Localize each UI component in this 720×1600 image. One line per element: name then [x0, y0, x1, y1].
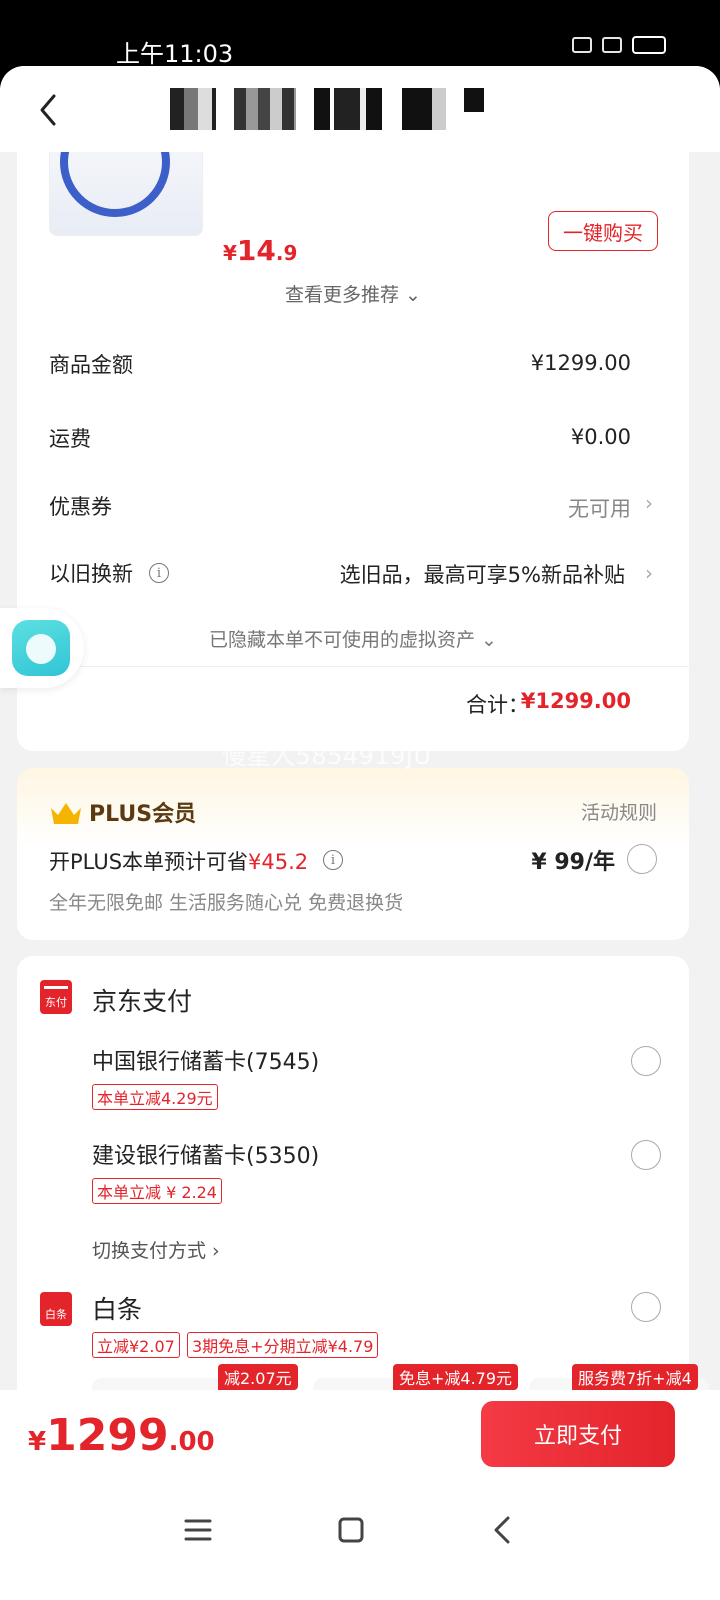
floating-assistant-button[interactable]: [0, 608, 84, 688]
product-thumbnail[interactable]: [49, 146, 203, 236]
baitiao-tag: 立减¥2.07: [92, 1332, 180, 1358]
hidden-assets-toggle[interactable]: 已隐藏本单不可使用的虚拟资产 ⌄: [17, 625, 689, 652]
system-nav-bar: [0, 1490, 720, 1600]
signal-icon: [572, 37, 592, 53]
price-dec: .00: [168, 1427, 215, 1457]
total-value: ¥1299.00: [520, 689, 631, 713]
price-int: 14: [236, 234, 276, 267]
redacted-block: [464, 88, 484, 112]
bank-card-radio[interactable]: [631, 1140, 661, 1170]
plan-tag: 减2.07元: [218, 1364, 298, 1390]
chevron-right-icon: ›: [645, 491, 653, 515]
plan-tag: 免息+减4.79元: [393, 1364, 519, 1390]
recommend-price: ¥14.9: [223, 234, 297, 267]
baitiao-icon: 白条: [40, 1292, 72, 1326]
price-int: 1299: [46, 1410, 169, 1461]
trade-in-label: 以旧换新: [49, 562, 133, 586]
home-icon[interactable]: [333, 1512, 369, 1548]
more-recommend-link[interactable]: 查看更多推荐 ⌄: [17, 280, 689, 307]
divider: [17, 666, 689, 667]
info-icon[interactable]: i: [323, 850, 343, 870]
plus-title: PLUS会员: [89, 802, 197, 827]
order-screen: ¥14.9 一键购买 查看更多推荐 ⌄ 商品金额 ¥1299.00 运费 ¥0.…: [0, 66, 720, 1600]
wifi-icon: [602, 37, 622, 53]
activity-rules-link[interactable]: 活动规则: [581, 798, 657, 825]
bank-card-name: 建设银行储蓄卡(5350): [92, 1144, 320, 1169]
one-click-buy-button[interactable]: 一键购买: [548, 211, 658, 251]
store-title-redacted: [170, 88, 484, 130]
bank-card-name: 中国银行储蓄卡(7545): [92, 1050, 320, 1075]
coupon-value: 无可用: [568, 497, 631, 521]
baitiao-radio[interactable]: [631, 1292, 661, 1322]
plus-price: ¥ 99/年: [531, 850, 615, 875]
checkout-total: ¥1299.00: [28, 1410, 215, 1461]
back-icon[interactable]: [486, 1512, 522, 1548]
battery-icon: [632, 36, 666, 54]
redacted-block: [314, 88, 384, 130]
jd-pay-title: 京东支付: [92, 987, 193, 1016]
discount-tag: 本单立减 ¥ 2.24: [92, 1178, 222, 1204]
crown-icon: [51, 803, 81, 824]
save-prefix: 开PLUS本单预计可省: [49, 850, 249, 874]
top-nav: [0, 66, 720, 152]
chevron-right-icon: ›: [645, 561, 653, 585]
save-amount: ¥45.2: [248, 850, 309, 874]
status-time: 上午11:03: [116, 40, 234, 68]
pay-now-button[interactable]: 立即支付: [481, 1401, 675, 1467]
status-icons: [572, 36, 666, 54]
baitiao-title: 白条: [92, 1295, 143, 1324]
order-summary-card: 商品金额 ¥1299.00 运费 ¥0.00 优惠券 无可用 › 以旧换新 i …: [17, 311, 689, 751]
jd-pay-icon: 东付: [40, 980, 72, 1014]
baitiao-tag: 3期免息+分期立减¥4.79: [187, 1332, 379, 1358]
watermark: 慢星人5854919JU: [222, 742, 432, 770]
plus-perks: 全年无限免邮 生活服务随心兑 免费退换货: [49, 892, 404, 914]
redacted-block: [170, 88, 216, 130]
coupon-label: 优惠券: [49, 495, 112, 519]
shipping-label: 运费: [49, 427, 91, 451]
price-symbol: ¥: [223, 241, 237, 265]
redacted-block: [234, 88, 296, 130]
price-dec: .9: [275, 241, 298, 265]
back-arrow-icon: [40, 94, 56, 126]
discount-tag: 本单立减4.29元: [92, 1084, 218, 1110]
goods-amount-label: 商品金额: [49, 353, 133, 377]
total-label: 合计：: [466, 693, 529, 717]
price-symbol: ¥: [28, 1427, 47, 1457]
plus-save-text: 开PLUS本单预计可省¥45.2: [49, 846, 308, 876]
info-icon[interactable]: i: [149, 563, 169, 583]
plus-radio[interactable]: [627, 844, 657, 874]
plan-tag: 服务费7折+减4: [572, 1364, 698, 1390]
bank-card-radio[interactable]: [631, 1046, 661, 1076]
back-button[interactable]: [30, 88, 70, 132]
menu-icon[interactable]: [180, 1512, 216, 1548]
plus-membership-card: PLUS会员 活动规则 开PLUS本单预计可省¥45.2 i ¥ 99/年 全年…: [17, 768, 689, 940]
trade-in-value: 选旧品，最高可享5%新品补贴: [339, 563, 625, 587]
shipping-value: ¥0.00: [570, 425, 631, 449]
goods-amount-value: ¥1299.00: [530, 351, 631, 375]
redacted-block: [402, 88, 446, 130]
assistant-icon: [12, 620, 70, 676]
switch-payment-link[interactable]: 切换支付方式 ›: [92, 1236, 220, 1263]
